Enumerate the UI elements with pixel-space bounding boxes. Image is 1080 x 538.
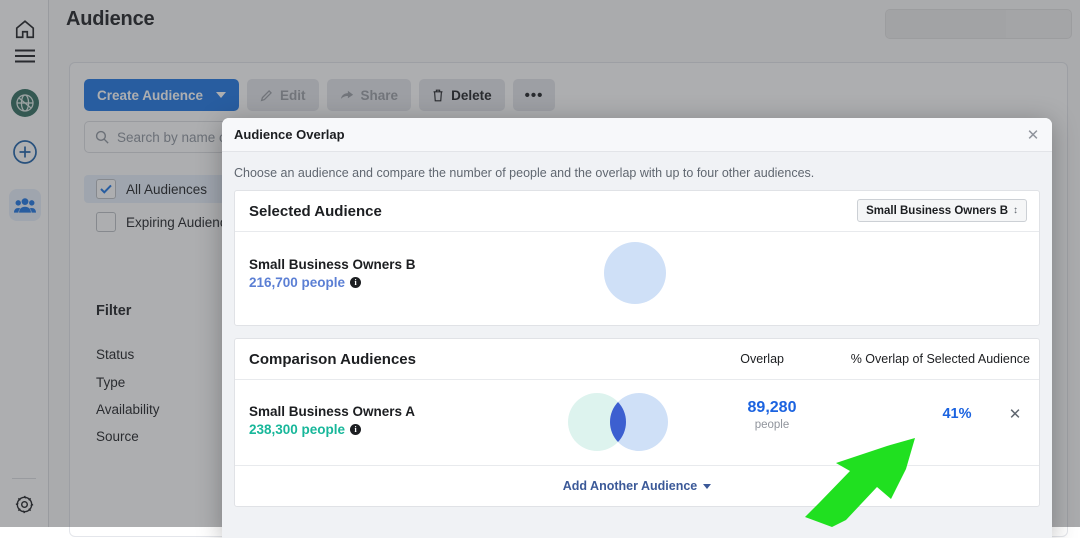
selected-audience-size: 216,700 people i [249, 275, 416, 290]
remove-audience-icon[interactable]: ✕ [1007, 406, 1023, 422]
close-icon[interactable]: ✕ [1024, 126, 1042, 144]
table-row: Small Business Owners A 238,300 people i… [235, 380, 1039, 466]
comparison-audiences-card: Comparison Audiences Overlap % Overlap o… [234, 338, 1040, 507]
audience-overlap-dialog: Audience Overlap ✕ Choose an audience an… [222, 118, 1052, 538]
venn-diagram [568, 393, 668, 451]
audience-select[interactable]: Small Business Owners B ↕ [857, 199, 1027, 222]
comparison-audience-size: 238,300 people i [249, 422, 415, 437]
column-header-overlap: Overlap [740, 352, 784, 366]
column-header-pct-overlap: % Overlap of Selected Audience [850, 352, 1030, 366]
audience-select-value: Small Business Owners B [866, 204, 1008, 217]
selected-audience-info: Small Business Owners B 216,700 people i [249, 257, 416, 290]
comparison-audiences-heading: Comparison Audiences [249, 350, 416, 368]
overlap-number: 89,280 [747, 399, 797, 416]
selected-audience-size-text: 216,700 people [249, 275, 346, 290]
add-another-audience-button[interactable]: Add Another Audience [235, 466, 1039, 506]
overlap-unit: people [754, 419, 790, 431]
info-icon[interactable]: i [350, 424, 362, 435]
pct-overlap-value: 41% [942, 406, 972, 422]
updown-chevron-icon: ↕ [1013, 204, 1018, 216]
selected-audience-header: Selected Audience Small Business Owners … [235, 191, 1039, 232]
selected-audience-circle [604, 242, 666, 304]
dialog-header: Audience Overlap ✕ [222, 118, 1052, 152]
overlap-value-cell: 89,280 people [717, 399, 827, 431]
selected-audience-card: Selected Audience Small Business Owners … [234, 190, 1040, 326]
dialog-title: Audience Overlap [234, 127, 345, 142]
comparison-audiences-header: Comparison Audiences Overlap % Overlap o… [235, 339, 1039, 380]
comparison-audience-name: Small Business Owners A [249, 404, 416, 419]
add-another-audience-label: Add Another Audience [562, 479, 698, 493]
selected-audience-heading: Selected Audience [249, 202, 382, 220]
selected-audience-name: Small Business Owners B [249, 257, 416, 272]
selected-audience-body: Small Business Owners B 216,700 people i [235, 232, 1039, 325]
comparison-audience-size-text: 238,300 people [249, 422, 346, 437]
chevron-down-icon [703, 483, 712, 489]
info-icon[interactable]: i [350, 277, 362, 288]
dialog-subtitle: Choose an audience and compare the numbe… [234, 166, 815, 180]
comparison-audience-info: Small Business Owners A 238,300 people i [249, 404, 415, 437]
